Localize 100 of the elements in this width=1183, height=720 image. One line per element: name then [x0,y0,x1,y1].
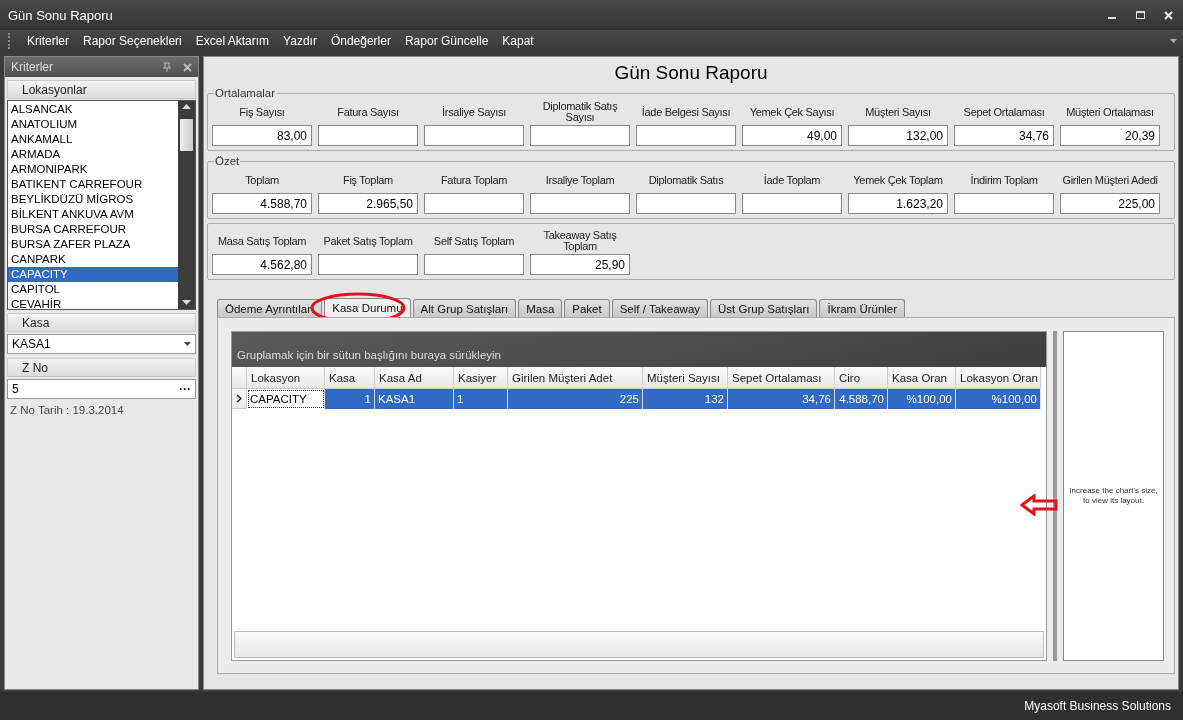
field-label: Diplomatik Satış Sayısı [541,99,619,125]
column-header[interactable]: Sepet Ortalaması [728,367,835,389]
column-header[interactable]: Kasiyer [454,367,508,389]
menu-item[interactable]: Rapor Güncelle [397,34,496,48]
row-indicator[interactable] [232,389,247,409]
field-label: Sepet Ortalaması [963,104,1045,120]
kasa-dropdown[interactable]: KASA1 [7,334,196,354]
list-item[interactable]: ANKAMALL [8,132,178,147]
section-header[interactable]: Kasa [7,313,196,332]
list-item[interactable]: CEVAHİR [8,297,178,312]
column-header[interactable]: Girilen Müşteri Adet [508,367,643,389]
value-field[interactable] [530,125,630,146]
menu-item[interactable]: Öndeğerler [323,34,398,48]
value-field[interactable] [636,193,736,214]
value-field[interactable] [742,193,842,214]
tab[interactable]: Self / Takeaway [611,299,709,317]
column-header[interactable]: Kasa Ad [375,367,454,389]
list-item[interactable]: BURSA ZAFER PLAZA [8,237,178,252]
value-field[interactable] [636,125,736,146]
menu-item[interactable]: Excel Aktarım [188,34,277,48]
value-field[interactable]: 34,76 [954,125,1054,146]
tab[interactable]: Üst Grup Satışları [710,299,818,317]
list-item[interactable]: BİLKENT ANKUVA AVM [8,207,178,222]
table-cell: %100,00 [888,389,956,409]
field-label: Diplomatik Satıs [648,172,724,188]
value-field[interactable]: 2.965,50 [318,193,418,214]
list-item[interactable]: ARMONIPARK [8,162,178,177]
field-label: Müşteri Ortalaması [1066,104,1154,120]
field-label: Fiş Toplam [343,172,393,188]
table-cell: 1 [454,389,508,409]
menu-item[interactable]: Kapat [495,34,541,48]
value-field[interactable]: 83,00 [212,125,312,146]
menu-item[interactable]: Yazdır [276,34,324,48]
value-field[interactable]: 20,39 [1060,125,1160,146]
field-label: Müşteri Sayısı [865,104,931,120]
value-field[interactable] [424,193,524,214]
list-item[interactable]: ARMADA [8,147,178,162]
field-label: Fatura Toplam [440,172,508,188]
value-field[interactable]: 25,90 [530,254,630,275]
field-label: Irsaliye Toplam [545,172,615,188]
tab[interactable]: Masa [518,299,563,317]
column-header[interactable]: Müşteri Sayısı [643,367,728,389]
value-field[interactable]: 225,00 [1060,193,1160,214]
group-title: Ortalamalar [214,87,277,99]
z-no-field[interactable]: 5 ··· [7,379,196,399]
list-item[interactable]: BATIKENT CARREFOUR [8,177,178,192]
tab[interactable]: Paket [564,299,610,317]
column-header[interactable]: Lokasyon Oran [956,367,1041,389]
list-item[interactable]: CAPACITY [8,267,178,282]
column-header[interactable]: Lokasyon [247,367,325,389]
field-label: Toplam [245,172,279,188]
scroll-down-icon[interactable] [182,300,191,306]
field-label: Takeaway Satış Toplam [542,228,618,254]
value-field[interactable] [424,125,524,146]
section-header[interactable]: Z No [7,358,196,377]
value-field[interactable]: 132,00 [848,125,948,146]
field-label: Self Satış Toplam [433,233,515,249]
dropdown-icon[interactable] [1170,36,1177,46]
scroll-thumb[interactable] [180,119,193,151]
list-item[interactable]: BEYLİKDÜZÜ MİGROS [8,192,178,207]
value-field[interactable] [954,193,1054,214]
menu-item[interactable]: Rapor Seçenekleri [76,34,189,48]
field-label: İndirim Toplam [970,172,1038,188]
maximize-icon[interactable] [1133,10,1147,20]
table-cell: %100,00 [956,389,1041,409]
list-item[interactable]: ANATOLIUM [8,117,178,132]
splitter[interactable] [1053,331,1057,661]
value-field[interactable]: 49,00 [742,125,842,146]
field-label: İade Belgesi Sayısı [641,104,731,120]
column-header[interactable]: Ciro [835,367,888,389]
column-header[interactable]: Kasa [325,367,375,389]
value-field[interactable] [424,254,524,275]
pin-icon[interactable] [163,62,171,72]
menu-item[interactable]: Kriterler [20,34,76,48]
value-field[interactable]: 4.588,70 [212,193,312,214]
list-item[interactable]: CAPITOL [8,282,178,297]
dropdown-icon[interactable] [184,342,191,346]
value-field[interactable] [318,125,418,146]
list-item[interactable]: BURSA CARREFOUR [8,222,178,237]
tab[interactable]: Kasa Durumu [324,298,411,317]
table-cell: 4.588,70 [835,389,888,409]
location-list[interactable]: ALSANCAK ANATOLIUM ANKAMALL ARMADA ARMONIPARK BATIKENT CARREFOUR BEYLİKDÜZÜ MİGROS BİLKENT ANKUVA AVM BURSA CARREFOUR BURSA ZAFER PLAZA CANPARK CAPACITY CAPITOL CEVAHİR [7,100,196,310]
scrollbar[interactable] [178,101,195,309]
value-field[interactable] [530,193,630,214]
list-item[interactable]: CANPARK [8,252,178,267]
tab[interactable]: Alt Grup Satışları [412,299,517,317]
close-icon[interactable] [1161,10,1175,20]
tab[interactable]: İkram Ürünler [819,299,906,317]
list-item[interactable]: ALSANCAK [8,102,178,117]
value-field[interactable]: 1.623,20 [848,193,948,214]
field-label: Fiş Sayısı [239,104,285,120]
column-header[interactable]: Kasa Oran [888,367,956,389]
z-no-date: Z No Tarih : 19.3.2014 [9,403,125,418]
toolbar-grip [8,33,12,49]
scroll-up-icon[interactable] [182,104,191,110]
value-field[interactable]: 4.562,80 [212,254,312,275]
table-cell: KASA1 [375,389,454,409]
table-cell: 34,76 [728,389,835,409]
section-header[interactable]: Lokasyonlar [7,80,196,99]
value-field[interactable] [318,254,418,275]
